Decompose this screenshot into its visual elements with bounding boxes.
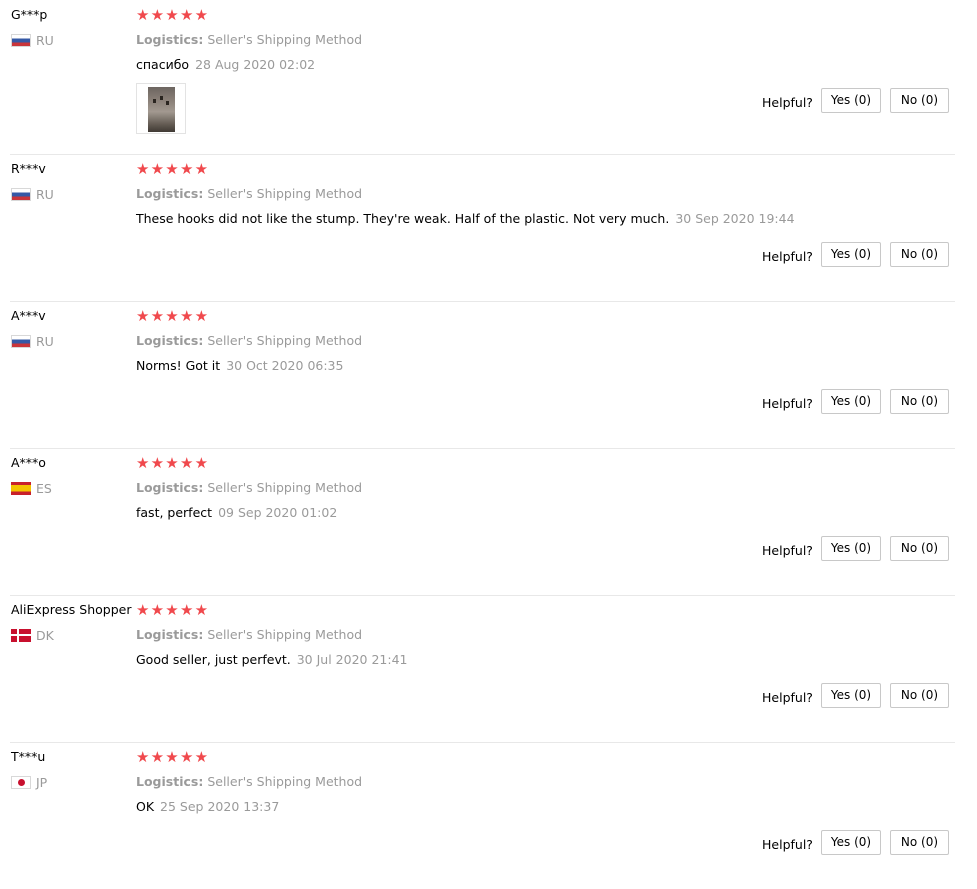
reviewer-country: JP [36, 775, 48, 790]
review-comment: спасибо [136, 57, 190, 72]
reviewer-country: ES [36, 481, 52, 496]
review-list: G***p RU ★★★★★ Logistics: Seller's Shipping… [0, 0, 977, 872]
logistics-label: Logistics: [136, 480, 204, 495]
helpful-label: Helpful? [762, 95, 813, 110]
logistics-info: Logistics: Seller's Shipping Method [136, 627, 362, 642]
review-separator [10, 301, 955, 302]
review-item: T***u JP ★★★★★ Logistics: Seller's Shipping… [0, 742, 977, 889]
review-comment: OK [136, 799, 155, 814]
photo-detail [166, 101, 169, 105]
country-flag-icon [11, 335, 31, 348]
reviewer-name: T***u [11, 749, 46, 764]
reviewer-name: R***v [11, 161, 46, 176]
review-comment: These hooks did not like the stump. They… [136, 211, 670, 226]
photo-detail [153, 99, 156, 103]
helpful-label: Helpful? [762, 249, 813, 264]
reviewer-name: G***p [11, 7, 48, 22]
reviewer-country: DK [36, 628, 54, 643]
logistics-label: Logistics: [136, 774, 204, 789]
logistics-info: Logistics: Seller's Shipping Method [136, 186, 362, 201]
helpful-no-button[interactable]: No (0) [890, 88, 949, 113]
review-separator [10, 595, 955, 596]
logistics-info: Logistics: Seller's Shipping Method [136, 774, 362, 789]
flag-dot [18, 779, 25, 786]
review-item: R***v RU ★★★★★ Logistics: Seller's Shipping… [0, 154, 977, 301]
review-item: AliExpress Shopper DK ★★★★★ Logistics: Sell… [0, 595, 977, 742]
review-comment-line: Norms! Got it 30 Oct 2020 06:35 [136, 358, 343, 373]
review-item: A***v RU ★★★★★ Logistics: Seller's Shipping… [0, 301, 977, 448]
country-flag-icon [11, 482, 31, 495]
review-comment-line: fast, perfect 09 Sep 2020 01:02 [136, 505, 337, 520]
logistics-value: Seller's Shipping Method [207, 32, 363, 47]
review-item: G***p RU ★★★★★ Logistics: Seller's Shipping… [0, 0, 977, 147]
logistics-label: Logistics: [136, 32, 204, 47]
review-comment-line: спасибо 28 Aug 2020 02:02 [136, 57, 315, 72]
reviewer-country: RU [36, 33, 54, 48]
review-comment-line: Good seller, just perfevt. 30 Jul 2020 21… [136, 652, 407, 667]
helpful-yes-button[interactable]: Yes (0) [821, 683, 881, 708]
country-flag-icon [11, 188, 31, 201]
review-separator [10, 448, 955, 449]
review-date: 30 Sep 2020 19:44 [675, 211, 795, 226]
helpful-yes-button[interactable]: Yes (0) [821, 536, 881, 561]
review-date: 30 Oct 2020 06:35 [226, 358, 344, 373]
star-rating: ★★★★★ [136, 160, 210, 178]
logistics-info: Logistics: Seller's Shipping Method [136, 32, 362, 47]
logistics-value: Seller's Shipping Method [207, 333, 363, 348]
helpful-no-button[interactable]: No (0) [890, 830, 949, 855]
helpful-label: Helpful? [762, 396, 813, 411]
reviewer-name: AliExpress Shopper [11, 602, 132, 617]
review-photo [148, 87, 175, 132]
helpful-no-button[interactable]: No (0) [890, 389, 949, 414]
helpful-yes-button[interactable]: Yes (0) [821, 242, 881, 267]
review-photo-thumbnail[interactable] [136, 83, 186, 134]
helpful-yes-button[interactable]: Yes (0) [821, 389, 881, 414]
review-date: 28 Aug 2020 02:02 [195, 57, 316, 72]
logistics-value: Seller's Shipping Method [207, 627, 363, 642]
helpful-label: Helpful? [762, 690, 813, 705]
logistics-value: Seller's Shipping Method [207, 186, 363, 201]
logistics-value: Seller's Shipping Method [207, 774, 363, 789]
helpful-no-button[interactable]: No (0) [890, 536, 949, 561]
star-rating: ★★★★★ [136, 6, 210, 24]
logistics-label: Logistics: [136, 333, 204, 348]
reviewer-name: A***o [11, 455, 46, 470]
reviewer-name: A***v [11, 308, 46, 323]
review-item: A***o ES ★★★★★ Logistics: Seller's Shipping… [0, 448, 977, 595]
helpful-no-button[interactable]: No (0) [890, 242, 949, 267]
review-separator [10, 742, 955, 743]
star-rating: ★★★★★ [136, 307, 210, 325]
review-comment: fast, perfect [136, 505, 213, 520]
photo-detail [160, 96, 163, 100]
review-comment: Norms! Got it [136, 358, 221, 373]
country-flag-icon [11, 776, 31, 789]
helpful-label: Helpful? [762, 543, 813, 558]
review-date: 25 Sep 2020 13:37 [160, 799, 280, 814]
country-flag-icon [11, 34, 31, 47]
review-comment-line: These hooks did not like the stump. They… [136, 211, 795, 226]
reviewer-country: RU [36, 334, 54, 349]
helpful-yes-button[interactable]: Yes (0) [821, 88, 881, 113]
star-rating: ★★★★★ [136, 748, 210, 766]
review-date: 09 Sep 2020 01:02 [218, 505, 338, 520]
star-rating: ★★★★★ [136, 601, 210, 619]
logistics-label: Logistics: [136, 186, 204, 201]
logistics-info: Logistics: Seller's Shipping Method [136, 480, 362, 495]
helpful-label: Helpful? [762, 837, 813, 852]
review-separator [10, 154, 955, 155]
country-flag-icon [11, 629, 31, 642]
helpful-yes-button[interactable]: Yes (0) [821, 830, 881, 855]
logistics-label: Logistics: [136, 627, 204, 642]
review-comment: Good seller, just perfevt. [136, 652, 291, 667]
logistics-value: Seller's Shipping Method [207, 480, 363, 495]
review-date: 30 Jul 2020 21:41 [296, 652, 408, 667]
logistics-info: Logistics: Seller's Shipping Method [136, 333, 362, 348]
helpful-no-button[interactable]: No (0) [890, 683, 949, 708]
star-rating: ★★★★★ [136, 454, 210, 472]
review-comment-line: OK 25 Sep 2020 13:37 [136, 799, 279, 814]
reviewer-country: RU [36, 187, 54, 202]
